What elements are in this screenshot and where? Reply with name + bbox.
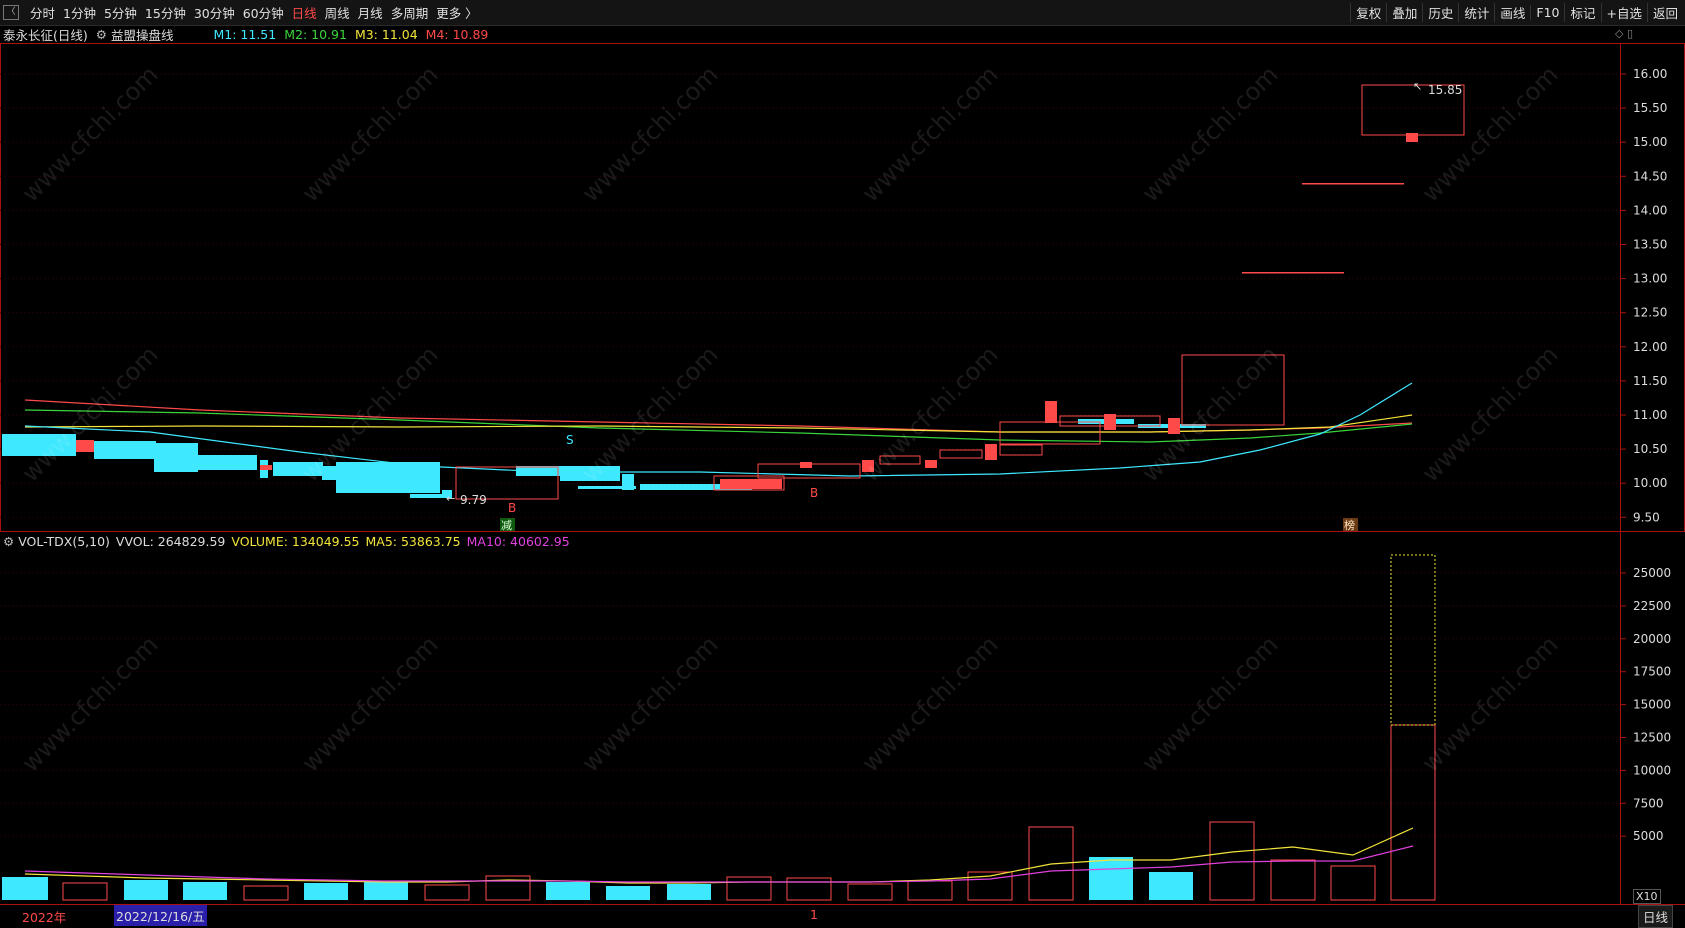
price-tick-label: 11.50 xyxy=(1633,374,1667,388)
year-label: 2022年 xyxy=(22,910,67,925)
price-tick-label: 15.00 xyxy=(1633,135,1667,149)
volume-tick-label: 5000 xyxy=(1633,829,1664,843)
price-tick-label: 10.50 xyxy=(1633,442,1667,456)
volume-ma10-line xyxy=(24,845,1414,883)
volume-tick-label: 25000 xyxy=(1633,566,1671,580)
reduce-tag[interactable]: 减 xyxy=(501,519,512,532)
price-tick-label: 11.00 xyxy=(1633,408,1667,422)
price-tick-label: 15.50 xyxy=(1633,101,1667,115)
buy-signal-1: B xyxy=(508,501,516,515)
low-price-label: 9.79 xyxy=(460,493,487,507)
price-tick-label: 9.50 xyxy=(1633,510,1660,524)
price-axis-labels: 16.00 15.50 15.00 14.50 14.00 13.50 13.00 12.50… xyxy=(1620,67,1667,524)
price-tick-label: 12.00 xyxy=(1633,340,1667,354)
volume-multiplier: X10 xyxy=(1633,889,1661,904)
volume-tick-label: 7500 xyxy=(1633,796,1664,810)
volume-tick-label: 12500 xyxy=(1633,731,1671,745)
volume-tick-label: 20000 xyxy=(1633,632,1671,646)
rank-tag[interactable]: 榜 xyxy=(1344,518,1355,532)
volume-tick-label: 10000 xyxy=(1633,763,1671,777)
date-cursor-label: 2022/12/16/五 xyxy=(114,905,207,926)
volume-tick-label: 15000 xyxy=(1633,698,1671,712)
volume-axis-labels: 25000 22500 20000 17500 15000 12500 10000 7500 5… xyxy=(1620,566,1671,843)
sell-signal: S xyxy=(566,433,574,447)
up-candles xyxy=(76,84,1465,500)
price-tick-label: 14.00 xyxy=(1633,203,1667,217)
low-arrow-icon: ← xyxy=(446,492,455,505)
volume-tick-label: 22500 xyxy=(1633,599,1671,613)
month-mark: 1 xyxy=(810,907,818,922)
high-arrow-icon: ↖ xyxy=(1413,80,1422,93)
high-price-label: 15.85 xyxy=(1428,83,1462,97)
volume-bars xyxy=(2,554,1436,901)
price-tick-label: 12.50 xyxy=(1633,306,1667,320)
buy-signal-2: B xyxy=(810,486,818,500)
period-indicator[interactable]: 日线 xyxy=(1638,905,1674,928)
price-tick-label: 16.00 xyxy=(1633,67,1667,81)
price-tick-label: 10.00 xyxy=(1633,476,1667,490)
price-tick-label: 13.00 xyxy=(1633,272,1667,286)
volume-tick-label: 17500 xyxy=(1633,665,1671,679)
price-tick-label: 14.50 xyxy=(1633,169,1667,183)
price-tick-label: 13.50 xyxy=(1633,238,1667,252)
